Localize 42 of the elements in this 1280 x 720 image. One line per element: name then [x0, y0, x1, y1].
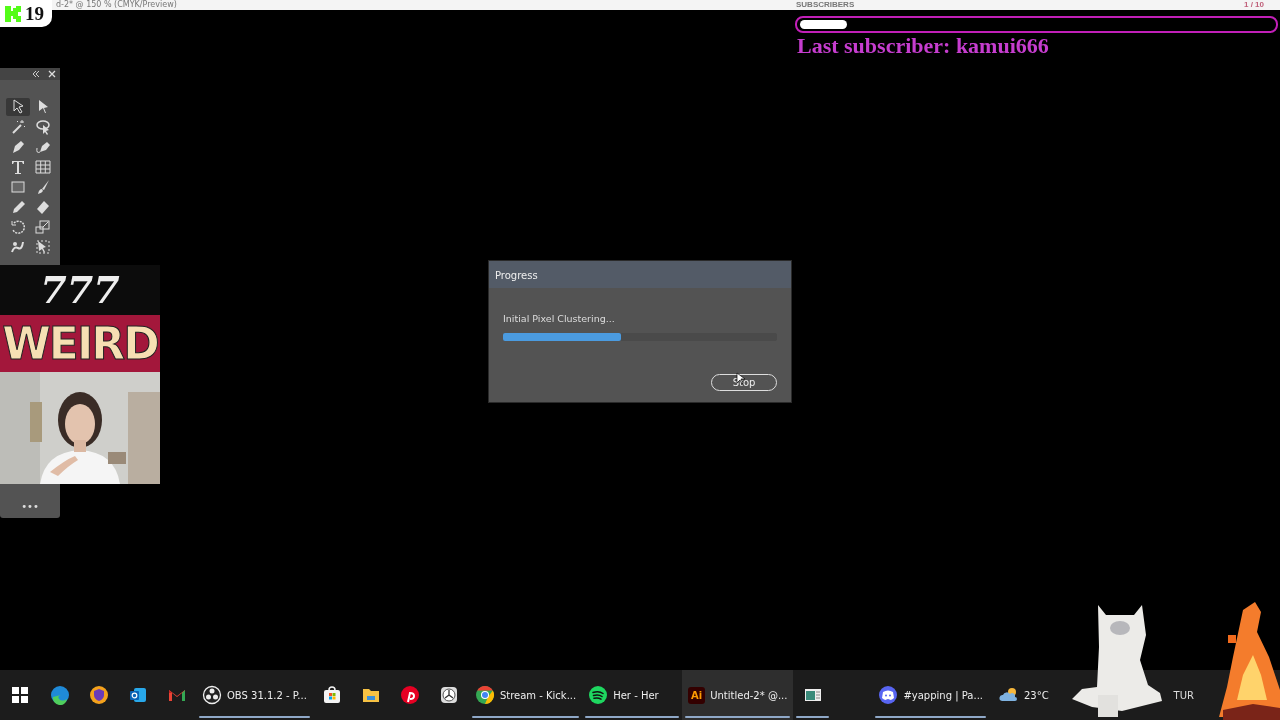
- subscriber-counter: 1 / 10: [1244, 0, 1264, 10]
- discord-taskbar-button[interactable]: #yapping | Pa...: [872, 670, 989, 720]
- lasso-tool-icon: [34, 118, 52, 136]
- obs-icon: [202, 685, 222, 705]
- obs-taskbar-button[interactable]: OBS 31.1.2 - P...: [196, 670, 313, 720]
- close-icon[interactable]: [48, 70, 56, 78]
- spotify-icon: [588, 685, 609, 705]
- running-indicator: [796, 716, 830, 718]
- ai-taskbar-button[interactable]: Ai Untitled-2* @...: [682, 670, 794, 720]
- last-subscriber-text: Last subscriber: kamui666: [797, 33, 1049, 59]
- clock-icon: [439, 685, 460, 705]
- grid-tool-icon: [34, 158, 52, 176]
- type-tool-icon: [9, 158, 27, 176]
- language-indicator[interactable]: TUR: [1173, 687, 1194, 703]
- scale-tool-icon: [34, 218, 52, 236]
- vpn-icon: [88, 685, 109, 705]
- freetransform-tool-icon: [34, 238, 52, 256]
- outlook-icon: [127, 685, 148, 705]
- app-logo-icon: Ai: [688, 686, 706, 704]
- edge-icon: [49, 685, 70, 705]
- chrome-icon: [474, 685, 495, 705]
- follower-count: 19: [25, 2, 44, 25]
- store-icon: [322, 685, 343, 705]
- banner-title: WEIRD: [0, 315, 160, 372]
- discord-icon: [878, 685, 899, 705]
- chrome-taskbar-button[interactable]: Stream - Kick...: [468, 670, 583, 720]
- pinterest-icon: [400, 685, 421, 705]
- spotify-taskbar-button[interactable]: Her - Her: [582, 670, 683, 720]
- selection-tool-button[interactable]: [6, 98, 30, 116]
- rotate-tool-icon: [9, 218, 27, 236]
- more-tools-button[interactable]: •••: [0, 499, 60, 514]
- weather-taskbar-button[interactable]: 23°C: [993, 670, 1055, 720]
- subscribers-label: SUBSCRIBERS: [796, 0, 855, 10]
- window-title: d-2* @ 150 % (CMYK/Preview): [56, 0, 177, 10]
- dialog-title: Progress: [489, 261, 791, 288]
- rect-tool-icon: [9, 178, 27, 196]
- status-message: Initial Pixel Clustering...: [503, 312, 616, 326]
- collapse-icon[interactable]: [32, 70, 40, 78]
- kick-logo-icon: [4, 4, 22, 23]
- banner-number: 777: [0, 265, 160, 315]
- eraser-tool-icon: [34, 198, 52, 216]
- windows-icon: [10, 685, 30, 705]
